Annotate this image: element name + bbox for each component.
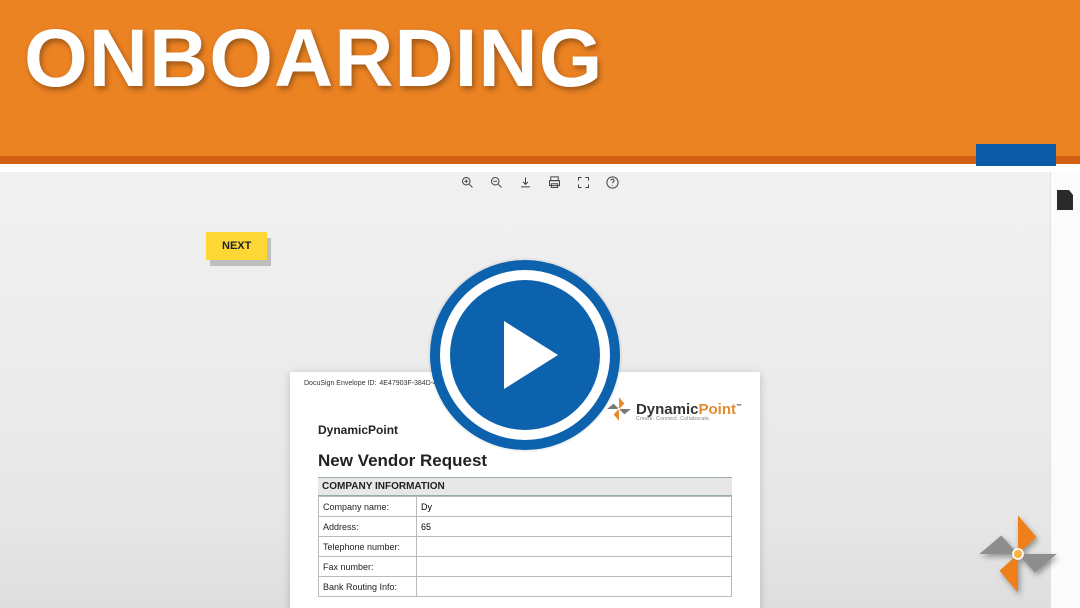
table-row: Bank Routing Info: — [319, 577, 732, 597]
envelope-prefix: DocuSign Envelope ID: — [304, 380, 376, 387]
banner-title: ONBOARDING — [0, 0, 1080, 106]
play-icon — [504, 321, 558, 389]
fullscreen-icon[interactable] — [576, 175, 591, 195]
next-button[interactable]: NEXT — [206, 232, 267, 260]
label-address: Address: — [319, 517, 417, 537]
address-field[interactable] — [421, 522, 727, 532]
table-row: Telephone number: — [319, 537, 732, 557]
label-company-name: Company name: — [319, 497, 417, 517]
telephone-field[interactable] — [421, 542, 727, 552]
download-icon[interactable] — [518, 175, 533, 195]
fax-field[interactable] — [421, 562, 727, 572]
print-icon[interactable] — [547, 175, 562, 195]
document-icon[interactable] — [1057, 190, 1073, 210]
bank-routing-field[interactable] — [421, 582, 727, 592]
pinwheel-icon — [606, 396, 632, 427]
table-row: Address: — [319, 517, 732, 537]
label-bank-routing: Bank Routing Info: — [319, 577, 417, 597]
brand-logo: DynamicPoint™ Create. Connect. Collabora… — [606, 396, 742, 427]
brand-name-1: Dynamic — [636, 401, 699, 418]
viewer-toolbar — [0, 172, 1080, 198]
zoom-in-icon[interactable] — [460, 175, 475, 195]
brand-tm: ™ — [736, 404, 742, 410]
company-info-grid: Company name: Address: Telephone number:… — [318, 496, 732, 597]
table-row: Fax number: — [319, 557, 732, 577]
corner-brand-icon — [976, 512, 1060, 596]
doc-title: New Vendor Request — [318, 451, 732, 471]
help-icon[interactable] — [605, 175, 620, 195]
blue-accent-tab — [976, 144, 1056, 166]
table-row: Company name: — [319, 497, 732, 517]
brand-name-2: Point — [699, 401, 737, 418]
play-inner — [450, 280, 600, 430]
section-company-info: COMPANY INFORMATION — [318, 477, 732, 496]
label-telephone: Telephone number: — [319, 537, 417, 557]
banner: ONBOARDING — [0, 0, 1080, 164]
play-button[interactable] — [430, 260, 620, 450]
zoom-out-icon[interactable] — [489, 175, 504, 195]
company-name-field[interactable] — [421, 502, 727, 512]
label-fax: Fax number: — [319, 557, 417, 577]
